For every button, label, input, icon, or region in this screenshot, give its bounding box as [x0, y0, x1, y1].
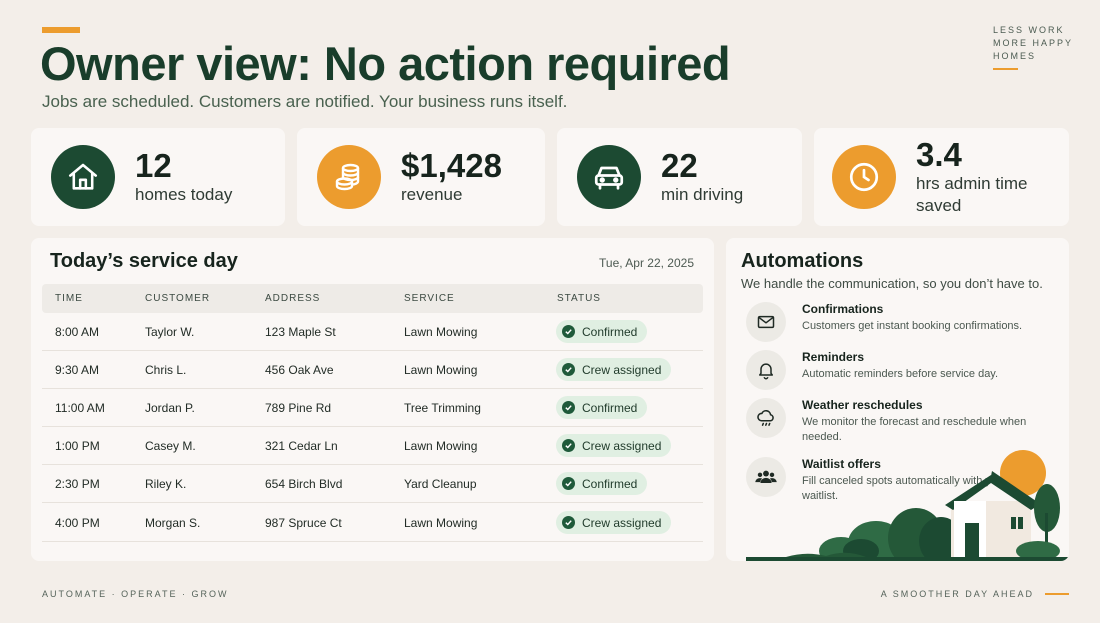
cell-time: 11:00 AM — [55, 401, 105, 415]
check-icon — [562, 401, 575, 414]
column-header-address: ADDRESS — [265, 293, 321, 304]
tagline-line: LESS WORK — [993, 25, 1065, 35]
table-row[interactable]: 11:00 AM Jordan P. 789 Pine Rd Tree Trim… — [42, 389, 703, 427]
stat-label: revenue — [401, 185, 463, 204]
cell-address: 456 Oak Ave — [265, 363, 334, 377]
cell-service: Lawn Mowing — [404, 516, 478, 530]
service-day-panel: Today’s service day Tue, Apr 22, 2025 TI… — [31, 238, 714, 561]
status-label: Confirmed — [582, 476, 638, 491]
cell-service: Lawn Mowing — [404, 363, 478, 377]
table-row[interactable]: 8:00 AM Taylor W. 123 Maple St Lawn Mowi… — [42, 313, 703, 351]
footer-right-text: A SMOOTHER DAY AHEAD — [880, 589, 1034, 599]
table-row[interactable]: 1:00 PM Casey M. 321 Cedar Ln Lawn Mowin… — [42, 427, 703, 465]
house-icon — [51, 145, 115, 209]
panel-title: Today’s service day — [50, 250, 238, 272]
column-header-customer: CUSTOMER — [145, 293, 211, 304]
status-badge: Confirmed — [556, 396, 648, 419]
page-title: Owner view: No action required — [40, 37, 731, 90]
cell-customer: Casey M. — [145, 439, 196, 453]
stat-value: 3.4 — [916, 136, 962, 173]
automation-name: Weather reschedules — [802, 398, 923, 412]
cell-customer: Riley K. — [145, 477, 187, 491]
table-row[interactable]: 2:30 PM Riley K. 654 Birch Blvd Yard Cle… — [42, 465, 703, 503]
cell-address: 321 Cedar Ln — [265, 439, 338, 453]
automation-desc: Customers get instant booking confirmati… — [802, 320, 1023, 332]
status-badge: Crew assigned — [556, 511, 672, 534]
cell-customer: Taylor W. — [145, 325, 195, 339]
stat-card-admin-time: 3.4 hrs admin time saved — [814, 128, 1069, 226]
stat-value: 12 — [135, 147, 172, 184]
service-date: Tue, Apr 22, 2025 — [599, 256, 694, 270]
stat-label: min driving — [661, 185, 744, 204]
cell-service: Yard Cleanup — [404, 477, 477, 491]
mail-icon — [746, 302, 786, 342]
coins-icon — [317, 145, 381, 209]
tagline-line: HOMES — [993, 51, 1037, 61]
cell-address: 123 Maple St — [265, 325, 336, 339]
cell-address: 987 Spruce Ct — [265, 516, 342, 530]
status-label: Confirmed — [582, 324, 638, 339]
clock-icon — [832, 145, 896, 209]
stat-card-revenue: $1,428 revenue — [297, 128, 545, 226]
status-label: Crew assigned — [582, 362, 662, 377]
cell-time: 4:00 PM — [55, 516, 100, 530]
check-icon — [562, 439, 575, 452]
cell-address: 789 Pine Rd — [265, 401, 332, 415]
status-badge: Confirmed — [556, 472, 648, 495]
panel-subtitle: We handle the communication, so you don’… — [741, 276, 1043, 291]
status-label: Crew assigned — [582, 438, 662, 453]
automation-name: Confirmations — [802, 302, 884, 316]
cell-customer: Chris L. — [145, 363, 187, 377]
automation-desc: Automatic reminders before service day. — [802, 368, 999, 380]
column-header-time: TIME — [55, 293, 83, 304]
automations-panel: Automations We handle the communication,… — [726, 238, 1069, 561]
check-icon — [562, 516, 575, 529]
status-badge: Crew assigned — [556, 434, 672, 457]
cell-address: 654 Birch Blvd — [265, 477, 343, 491]
automation-name: Reminders — [802, 350, 865, 364]
stat-label: homes today — [135, 185, 233, 204]
table-row[interactable]: 4:00 PM Morgan S. 987 Spruce Ct Lawn Mow… — [42, 504, 703, 542]
tagline-line: MORE HAPPY — [993, 38, 1074, 48]
cell-customer: Jordan P. — [145, 401, 195, 415]
house-illustration — [746, 450, 1069, 561]
page-subtitle: Jobs are scheduled. Customers are notifi… — [42, 92, 568, 111]
status-badge: Crew assigned — [556, 358, 672, 381]
status-label: Crew assigned — [582, 515, 662, 530]
footer-accent-line — [1045, 593, 1069, 595]
column-header-status: STATUS — [557, 293, 601, 304]
cell-time: 9:30 AM — [55, 363, 100, 377]
bell-icon — [746, 350, 786, 390]
check-icon — [562, 477, 575, 490]
column-header-service: SERVICE — [404, 293, 455, 304]
footer-left-text: AUTOMATE · OPERATE · GROW — [42, 589, 229, 599]
automation-desc: We monitor the forecast and reschedule w… — [802, 416, 1027, 443]
stat-value: 22 — [661, 147, 698, 184]
cell-customer: Morgan S. — [145, 516, 201, 530]
status-badge: Confirmed — [556, 320, 648, 343]
table-header: TIME CUSTOMER ADDRESS SERVICE STATUS — [42, 284, 703, 313]
cell-time: 2:30 PM — [55, 477, 100, 491]
cell-time: 1:00 PM — [55, 439, 100, 453]
check-icon — [562, 325, 575, 338]
tagline-underline — [993, 68, 1018, 70]
title-accent-bar — [42, 27, 80, 33]
tagline: LESS WORK MORE HAPPY HOMES — [993, 24, 1073, 63]
cell-service: Tree Trimming — [404, 401, 481, 415]
cell-service: Lawn Mowing — [404, 325, 478, 339]
cell-time: 8:00 AM — [55, 325, 100, 339]
stat-label: hrs admin time saved — [916, 174, 1028, 215]
cell-service: Lawn Mowing — [404, 439, 478, 453]
rain-cloud-icon — [746, 398, 786, 438]
status-label: Confirmed — [582, 400, 638, 415]
stat-value: $1,428 — [401, 147, 502, 184]
panel-title: Automations — [741, 250, 864, 272]
stat-card-homes: 12 homes today — [31, 128, 285, 226]
check-icon — [562, 363, 575, 376]
table-row[interactable]: 9:30 AM Chris L. 456 Oak Ave Lawn Mowing… — [42, 351, 703, 389]
stat-card-driving: 22 min driving — [557, 128, 802, 226]
car-icon — [577, 145, 641, 209]
